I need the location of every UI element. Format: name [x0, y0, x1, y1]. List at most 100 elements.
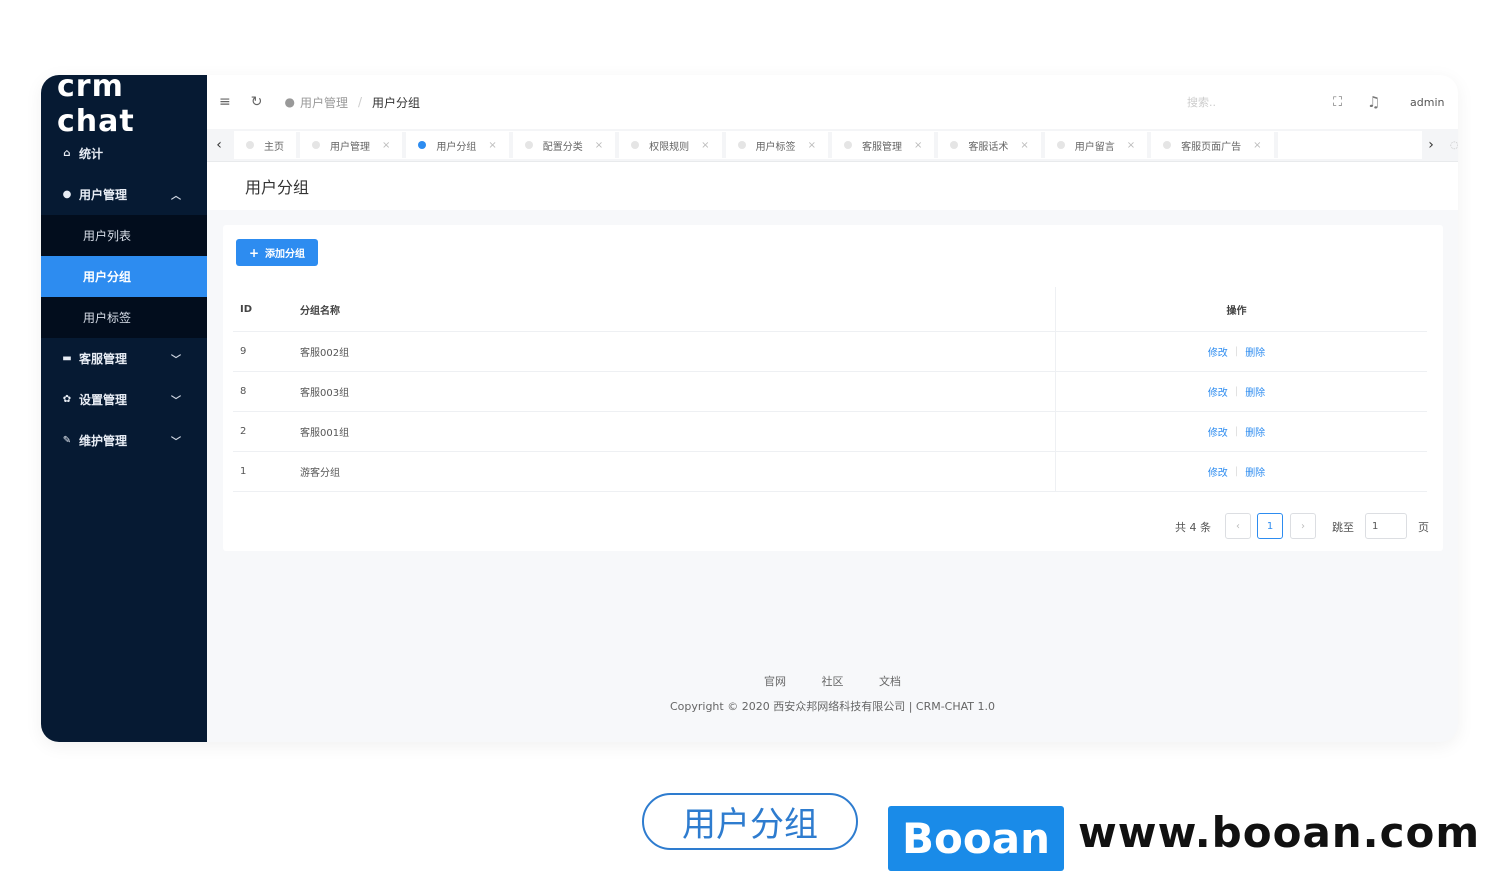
tab-dot	[843, 141, 852, 149]
cell-op: 修改 | 删除	[1055, 372, 1417, 411]
group-table: ID 分组名称 操作 9 客服002组 修改 | 删除 8 客服003组 修改 …	[233, 287, 1427, 492]
tab-permission-rules[interactable]: 权限规则 ×	[619, 132, 726, 158]
tab-dot	[246, 141, 254, 149]
cell-id: 8	[240, 386, 247, 397]
cell-op: 修改 | 删除	[1055, 452, 1417, 491]
jump-label: 跳至	[1332, 521, 1354, 534]
sidebar-item-label: 维护管理	[79, 434, 128, 448]
fullscreen-icon[interactable]: ⛶	[1333, 95, 1342, 110]
brand-logo: Booan	[888, 806, 1064, 871]
close-icon[interactable]: ×	[1253, 140, 1261, 151]
sidebar-item-service-management[interactable]: ▬ 客服管理 ﹀	[41, 338, 207, 379]
tabs-bar: ‹ 主页 用户管理 × 用户分组 × 配置分类 × 权限规则 × 用户标签 × …	[207, 129, 1458, 162]
tab-label: 客服管理	[861, 141, 902, 153]
top-header: ≡ ↻ ● 用户管理 / 用户分组 搜索.. ⛶ ♫ admin	[207, 75, 1458, 129]
op-separator: |	[1234, 386, 1239, 397]
footer-link-official[interactable]: 官网	[764, 675, 786, 688]
cell-id: 2	[240, 426, 247, 437]
home-icon: ⌂	[63, 148, 71, 159]
tab-dot	[1163, 141, 1172, 149]
delete-link[interactable]: 删除	[1245, 464, 1265, 479]
tab-user-group[interactable]: 用户分组 ×	[406, 132, 513, 158]
prev-page-button[interactable]: ‹	[1225, 513, 1251, 539]
sidebar-subitem-user-list[interactable]: 用户列表	[41, 215, 207, 256]
footer-link-docs[interactable]: 文档	[879, 675, 901, 688]
tab-dot	[1056, 141, 1065, 149]
sidebar-item-maintenance[interactable]: ✎ 维护管理 ﹀	[41, 420, 207, 461]
gear-icon: ✿	[62, 394, 72, 405]
tab-dot	[737, 141, 746, 149]
add-group-button[interactable]: + 添加分组	[236, 239, 318, 266]
tabs-scroll-left-icon[interactable]: ‹	[207, 137, 231, 153]
search-input[interactable]: 搜索..	[1187, 94, 1216, 110]
chevron-down-icon: ﹀	[171, 437, 181, 448]
pagination-total: 共 4 条	[1175, 521, 1211, 534]
tab-label: 用户管理	[330, 141, 370, 153]
pagination: 共 4 条 ‹ 1 › 跳至 1 页	[223, 512, 1443, 540]
close-icon[interactable]: ×	[701, 140, 709, 151]
content-card: + 添加分组 ID 分组名称 操作 9 客服002组 修改 | 删除 8 客服0…	[223, 225, 1443, 551]
tab-dot	[418, 141, 427, 149]
delete-link[interactable]: 删除	[1245, 344, 1265, 359]
edit-link[interactable]: 修改	[1208, 384, 1228, 399]
tabs-scroll-right-icon[interactable]: ›	[1419, 137, 1443, 153]
edit-link[interactable]: 修改	[1208, 464, 1228, 479]
tab-user-tags[interactable]: 用户标签 ×	[725, 132, 832, 158]
tab-user-messages[interactable]: 用户留言 ×	[1044, 132, 1152, 158]
refresh-icon[interactable]: ↻	[251, 94, 263, 110]
app-window: crm chat ⌂ 统计 ● 用户管理 ︿ 用户列表 用户分组 用户标签 ▬ …	[41, 75, 1458, 742]
page-1-button[interactable]: 1	[1257, 513, 1283, 539]
jump-page-input[interactable]: 1	[1365, 513, 1407, 539]
bell-icon[interactable]: ♫	[1367, 93, 1380, 111]
breadcrumb-user-icon: ●	[284, 95, 295, 109]
tab-dot	[950, 141, 959, 149]
tab-label: 用户留言	[1074, 141, 1115, 153]
table-header: ID 分组名称 操作	[233, 287, 1427, 332]
tab-user-management[interactable]: 用户管理 ×	[300, 132, 407, 158]
close-icon[interactable]: ×	[382, 140, 390, 151]
close-icon[interactable]: ×	[1127, 140, 1135, 151]
next-page-button[interactable]: ›	[1290, 513, 1316, 539]
edit-link[interactable]: 修改	[1208, 344, 1228, 359]
breadcrumb-separator: /	[357, 95, 363, 109]
edit-link[interactable]: 修改	[1208, 424, 1228, 439]
close-icon[interactable]: ×	[1020, 140, 1028, 151]
tab-service-management[interactable]: 客服管理 ×	[831, 132, 939, 158]
page-label: 页	[1418, 521, 1429, 534]
menu-toggle-icon[interactable]: ≡	[219, 94, 231, 110]
close-icon[interactable]: ×	[488, 140, 496, 151]
user-icon: ●	[62, 189, 72, 200]
close-icon[interactable]: ×	[808, 140, 816, 151]
sidebar-subitem-user-tag[interactable]: 用户标签	[41, 297, 207, 338]
tab-label: 主页	[264, 141, 284, 153]
chevron-down-icon: ﹀	[171, 396, 181, 407]
tab-home[interactable]: 主页	[234, 132, 300, 158]
op-separator: |	[1234, 466, 1239, 477]
tab-service-scripts[interactable]: 客服话术 ×	[938, 132, 1045, 158]
op-separator: |	[1234, 426, 1239, 437]
breadcrumb-parent[interactable]: 用户管理	[300, 94, 348, 111]
sidebar-item-user-management[interactable]: ● 用户管理 ︿	[41, 174, 207, 215]
cell-op: 修改 | 删除	[1055, 412, 1417, 451]
user-menu[interactable]: admin	[1410, 96, 1444, 109]
tab-label: 配置分类	[542, 141, 583, 153]
tab-label: 客服话术	[968, 141, 1009, 153]
table-row: 9 客服002组 修改 | 删除	[233, 332, 1427, 372]
tab-service-page-ads[interactable]: 客服页面广告 ×	[1151, 132, 1278, 158]
sidebar-subitem-user-group[interactable]: 用户分组	[41, 256, 207, 297]
table-row: 1 游客分组 修改 | 删除	[233, 452, 1427, 492]
close-icon[interactable]: ×	[914, 140, 922, 151]
sidebar-item-label: 用户标签	[83, 311, 132, 325]
delete-link[interactable]: 删除	[1245, 424, 1265, 439]
col-header-name: 分组名称	[300, 305, 340, 317]
sidebar-item-stats[interactable]: ⌂ 统计	[41, 133, 207, 174]
sidebar-item-label: 用户管理	[79, 188, 128, 202]
close-icon[interactable]: ×	[595, 140, 603, 151]
footer-links: 官网 社区 文档	[207, 673, 1458, 689]
tab-label: 权限规则	[649, 141, 690, 153]
delete-link[interactable]: 删除	[1245, 384, 1265, 399]
tab-config-category[interactable]: 配置分类 ×	[512, 132, 620, 158]
sidebar-item-settings[interactable]: ✿ 设置管理 ﹀	[41, 379, 207, 420]
tabs-menu-icon[interactable]: ◌	[1450, 140, 1458, 151]
footer-link-community[interactable]: 社区	[822, 675, 844, 688]
